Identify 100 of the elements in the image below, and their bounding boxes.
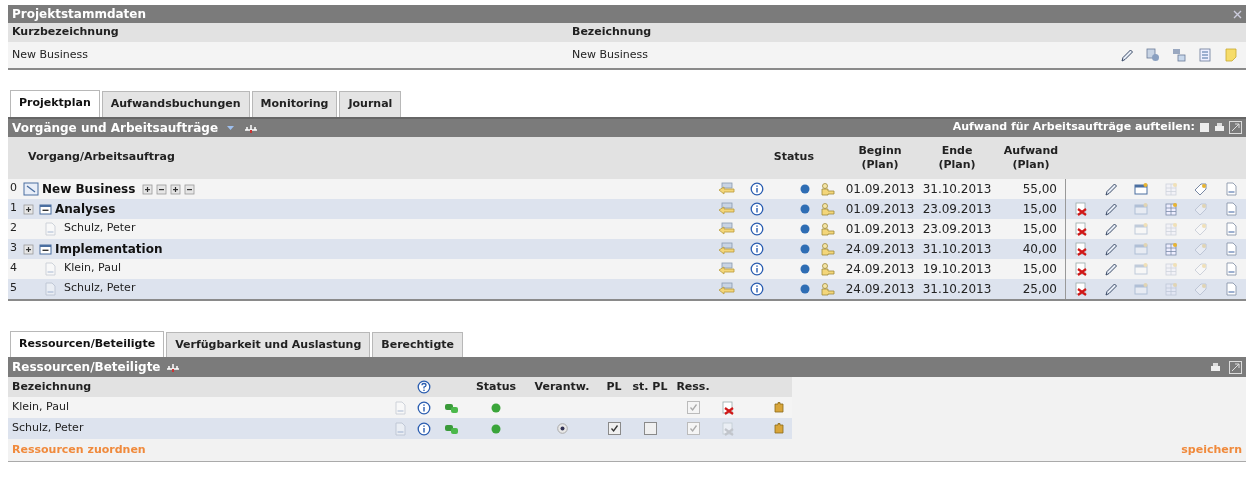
expand-icon[interactable]: [23, 202, 35, 215]
arrow-icon[interactable]: [718, 181, 736, 196]
document-icon[interactable]: [1224, 241, 1238, 256]
document-icon[interactable]: [1224, 201, 1238, 216]
puzzle-icon[interactable]: [772, 400, 786, 415]
info-icon[interactable]: [750, 201, 764, 216]
checkbox[interactable]: [643, 422, 657, 435]
info-icon[interactable]: [750, 221, 764, 236]
edit-icon[interactable]: [1104, 181, 1118, 196]
table-cell: 55,00: [996, 178, 1066, 199]
expand-all-icon[interactable]: [142, 182, 155, 195]
row-number: 0: [10, 180, 18, 197]
table-icon[interactable]: [1199, 122, 1210, 133]
document-icon[interactable]: [1224, 221, 1238, 236]
tab[interactable]: Verfügbarkeit und Auslastung: [166, 331, 371, 357]
structure-icon[interactable]: [1172, 48, 1186, 62]
dropdown-caret-icon[interactable]: [226, 123, 236, 132]
tab[interactable]: Berechtigte: [372, 331, 463, 357]
tab[interactable]: Journal: [339, 91, 402, 117]
tab[interactable]: Monitoring: [251, 91, 338, 117]
edit-icon[interactable]: [1104, 221, 1118, 236]
grid-icon[interactable]: [1164, 241, 1178, 256]
column-header: Verantw.: [533, 378, 591, 395]
edit-icon[interactable]: [1104, 241, 1118, 256]
column-header: Aufwand (Plan): [1002, 143, 1060, 172]
person-arrow-icon[interactable]: [819, 241, 837, 256]
info-icon[interactable]: [417, 421, 431, 436]
document-icon[interactable]: [1224, 281, 1238, 296]
expand-icon[interactable]: [23, 242, 35, 255]
status-dot: [800, 263, 810, 274]
person-arrow-icon[interactable]: [819, 221, 837, 236]
project-icon[interactable]: [23, 181, 39, 196]
help-icon[interactable]: [417, 380, 431, 394]
delete-icon[interactable]: [721, 400, 735, 415]
puzzle-icon[interactable]: [772, 421, 786, 436]
copy-icon[interactable]: [1146, 48, 1160, 62]
tab[interactable]: Aufwandsbuchungen: [101, 91, 250, 117]
print-icon[interactable]: [1214, 122, 1225, 133]
row-number: 1: [10, 200, 18, 217]
table-cell: 15,00: [996, 258, 1066, 279]
window-icon[interactable]: [1134, 181, 1148, 196]
document-icon[interactable]: [1224, 261, 1238, 276]
arrow-icon[interactable]: [718, 221, 736, 236]
info-icon[interactable]: [750, 181, 764, 196]
arrow-icon[interactable]: [718, 261, 736, 276]
delete-icon[interactable]: [1074, 281, 1088, 296]
table-cell-text: 01.09.2013: [844, 220, 916, 238]
edit-icon[interactable]: [1104, 261, 1118, 276]
person-arrow-icon[interactable]: [819, 201, 837, 216]
table-cell-text: 31.10.2013: [921, 180, 993, 198]
tree-toggle-icon[interactable]: [38, 201, 52, 216]
column-header: Vorgang/Arbeitsauftrag: [27, 149, 176, 166]
checkbox[interactable]: [607, 422, 621, 435]
status-dot: [491, 423, 501, 434]
remove-task-icon[interactable]: [184, 182, 197, 195]
field-value: New Business: [12, 46, 88, 63]
table-cell: 15,00: [996, 218, 1066, 239]
panel-title: Ressourcen/Beteiligte: [12, 359, 161, 376]
table-cell-text: 31.10.2013: [921, 240, 993, 258]
info-icon[interactable]: [750, 241, 764, 256]
close-icon[interactable]: [1233, 9, 1242, 19]
add-task-icon[interactable]: [170, 182, 183, 195]
task-name: Schulz, Peter: [64, 280, 136, 297]
collapse-all-icon[interactable]: [156, 182, 169, 195]
note-icon[interactable]: [1224, 48, 1238, 62]
checkbox[interactable]: [686, 422, 700, 435]
maximize-icon[interactable]: [1229, 360, 1242, 374]
tab[interactable]: Projektplan: [10, 90, 100, 117]
document-icon[interactable]: [1224, 181, 1238, 196]
tree-toggle-icon[interactable]: [38, 241, 52, 256]
panel-title: Vorgänge und Arbeitsaufträge: [12, 119, 219, 137]
radio-button[interactable]: [556, 423, 568, 434]
delete-icon[interactable]: [1074, 221, 1088, 236]
maximize-icon[interactable]: [1229, 121, 1242, 134]
column-header: st. PL: [631, 378, 669, 395]
arrow-icon[interactable]: [718, 281, 736, 296]
person-arrow-icon[interactable]: [819, 181, 837, 196]
grid-icon[interactable]: [1164, 201, 1178, 216]
task-name: Schulz, Peter: [64, 220, 136, 237]
edit-icon[interactable]: [1104, 201, 1118, 216]
tab[interactable]: Ressourcen/Beteiligte: [10, 330, 165, 357]
edit-icon[interactable]: [1120, 48, 1134, 62]
print-icon[interactable]: [1210, 361, 1221, 373]
delete-icon[interactable]: [1074, 261, 1088, 276]
info-icon[interactable]: [750, 281, 764, 296]
list-icon[interactable]: [1198, 48, 1212, 62]
arrow-icon[interactable]: [718, 201, 736, 216]
info-icon[interactable]: [750, 261, 764, 276]
edit-icon[interactable]: [1104, 281, 1118, 296]
field-label: Bezeichnung: [571, 24, 653, 41]
person-arrow-icon[interactable]: [819, 261, 837, 276]
person-arrow-icon[interactable]: [819, 281, 837, 296]
delete-icon[interactable]: [1074, 241, 1088, 256]
status-dot: [491, 402, 501, 413]
checkbox[interactable]: [686, 401, 700, 414]
info-icon[interactable]: [417, 400, 431, 415]
table-cell: 40,00: [996, 238, 1066, 259]
tag-icon[interactable]: [1194, 181, 1208, 196]
arrow-icon[interactable]: [718, 241, 736, 256]
delete-icon[interactable]: [1074, 201, 1088, 216]
